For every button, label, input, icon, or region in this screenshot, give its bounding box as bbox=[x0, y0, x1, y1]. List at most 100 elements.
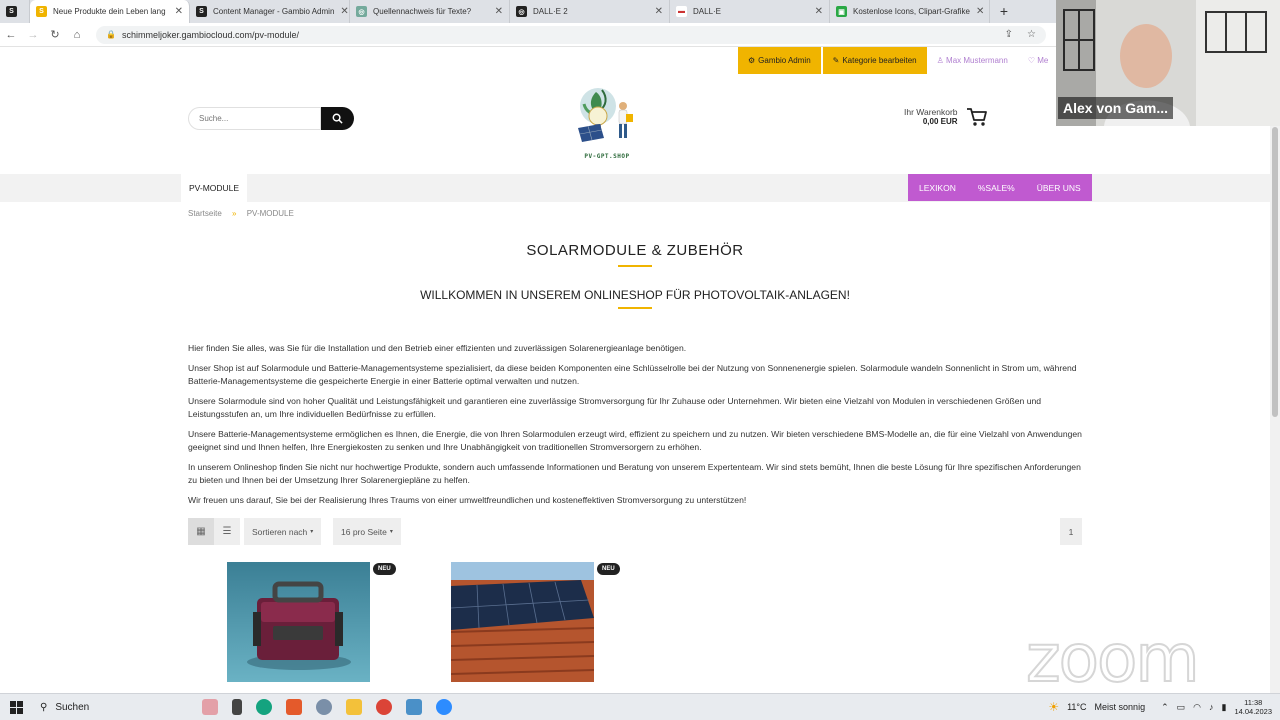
nav-right-menu: LEXIKON %SALE% ÜBER UNS bbox=[908, 174, 1092, 201]
browser-tab[interactable]: ▣ Kostenlose Icons, Clipart-Grafike ✕ bbox=[830, 0, 990, 23]
weather-sun-icon: ☀ bbox=[1048, 700, 1060, 714]
gambio-icon: S bbox=[6, 6, 17, 17]
nav-item-pv-module[interactable]: PV-MODULE bbox=[181, 174, 248, 202]
caret-down-icon: ▾ bbox=[389, 529, 393, 535]
user-icon: ♙ bbox=[936, 56, 944, 65]
breadcrumb-current: PV-MODULE bbox=[246, 209, 294, 218]
zoom-watermark: zoom bbox=[1025, 619, 1201, 698]
search-icon: ⚲ bbox=[40, 701, 48, 713]
search-input[interactable] bbox=[188, 107, 321, 130]
app-icon[interactable] bbox=[406, 699, 422, 715]
wifi-icon[interactable]: ◠ bbox=[1193, 702, 1201, 713]
browser-tab[interactable]: ◎ Quellennachweis für Texte? ✕ bbox=[350, 0, 510, 23]
edit-category-button[interactable]: ✎ Kategorie bearbeiten bbox=[822, 47, 927, 74]
taskbar-apps bbox=[202, 699, 452, 715]
clock-time: 11:38 bbox=[1244, 698, 1263, 707]
participant-name: Alex von Gam... bbox=[1058, 97, 1174, 119]
reload-icon[interactable]: ↻ bbox=[44, 28, 66, 41]
chevron-up-icon[interactable]: ⌃ bbox=[1161, 702, 1169, 713]
close-icon[interactable]: ✕ bbox=[489, 6, 503, 17]
browser-tab[interactable]: ◎ DALL·E 2 ✕ bbox=[510, 0, 670, 23]
battery-icon[interactable]: ▮ bbox=[1222, 702, 1227, 713]
browser-tab[interactable]: ▬ DALL·E ✕ bbox=[670, 0, 830, 23]
browser-tab[interactable]: S Content Manager - Gambio Admin ✕ bbox=[190, 0, 350, 23]
new-badge: NEU bbox=[597, 563, 620, 575]
per-page-label: 16 pro Seite bbox=[341, 526, 387, 537]
bookmark-star-icon[interactable]: ☆ bbox=[1027, 29, 1036, 40]
user-name: Max Mustermann bbox=[946, 56, 1008, 65]
breadcrumb-home-link[interactable]: Startseite bbox=[188, 209, 222, 218]
sort-label: Sortieren nach bbox=[252, 526, 308, 537]
gears-icon: ⚙ bbox=[748, 56, 756, 65]
task-view-icon[interactable] bbox=[232, 699, 242, 715]
pagination-page[interactable]: 1 bbox=[1060, 518, 1082, 545]
product-image-battery[interactable] bbox=[227, 562, 370, 682]
battery-product-image bbox=[227, 562, 370, 682]
scrollbar-thumb[interactable] bbox=[1272, 127, 1278, 417]
sort-dropdown[interactable]: Sortieren nach ▾ bbox=[244, 518, 322, 545]
tab-label: Kostenlose Icons, Clipart-Grafike bbox=[853, 7, 970, 16]
clock[interactable]: 11:38 14.04.2023 bbox=[1234, 698, 1272, 716]
close-icon[interactable]: ✕ bbox=[649, 6, 663, 17]
volume-icon[interactable]: ♪ bbox=[1209, 702, 1214, 712]
product-image-solar-panel[interactable] bbox=[450, 562, 595, 682]
solar-panel-product-image bbox=[450, 562, 595, 682]
share-icon[interactable]: ⇪ bbox=[1005, 29, 1013, 40]
home-icon[interactable]: ⌂ bbox=[66, 29, 88, 41]
description-paragraph: Unsere Batterie-Managementsysteme ermögl… bbox=[188, 429, 1082, 452]
close-icon[interactable]: ✕ bbox=[809, 6, 823, 17]
forward-icon[interactable]: → bbox=[22, 29, 44, 41]
new-badge-label: NEU bbox=[378, 566, 391, 572]
nav-item-lexikon[interactable]: LEXIKON bbox=[908, 174, 967, 201]
description-paragraph: In unserem Onlineshop finden Sie nicht n… bbox=[188, 462, 1081, 485]
dalle-icon: ▬ bbox=[676, 6, 687, 17]
close-icon[interactable]: ✕ bbox=[169, 6, 183, 17]
close-icon[interactable]: ✕ bbox=[334, 6, 348, 17]
gambio-admin-button[interactable]: ⚙ Gambio Admin bbox=[738, 47, 821, 74]
chrome-icon[interactable] bbox=[376, 699, 392, 715]
network-icon[interactable]: ▭ bbox=[1177, 702, 1186, 713]
nav-item-about-us[interactable]: ÜBER UNS bbox=[1026, 174, 1092, 201]
pencil-icon: ✎ bbox=[832, 56, 840, 65]
weather-temp[interactable]: 11°C bbox=[1067, 702, 1086, 712]
weather-text[interactable]: Meist sonnig bbox=[1095, 702, 1146, 712]
new-tab-icon[interactable]: + bbox=[990, 0, 1018, 23]
edit-category-label: Kategorie bearbeiten bbox=[842, 56, 917, 65]
page-number: 1 bbox=[1068, 526, 1074, 537]
page-title: SOLARMODULE & ZUBEHÖR bbox=[526, 242, 744, 259]
shop-search bbox=[188, 107, 354, 130]
close-icon[interactable]: ✕ bbox=[970, 6, 984, 17]
gambio-icon: S bbox=[196, 6, 207, 17]
list-view-button[interactable]: ☰ bbox=[214, 518, 240, 545]
back-icon[interactable]: ← bbox=[0, 29, 22, 41]
wishlist-link[interactable]: ♡ Me bbox=[1018, 56, 1059, 65]
description-paragraph: Wir freuen uns darauf, Sie bei der Reali… bbox=[188, 495, 747, 505]
shop-logo[interactable]: PV-GPT.SHOP bbox=[574, 84, 640, 160]
nav-item-sale[interactable]: %SALE% bbox=[967, 174, 1026, 201]
browser-tab-active[interactable]: S Neue Produkte dein Leben lang ✕ bbox=[30, 0, 190, 23]
tab-label: DALL·E bbox=[693, 7, 722, 16]
app-icon[interactable] bbox=[316, 699, 332, 715]
per-page-dropdown[interactable]: 16 pro Seite ▾ bbox=[333, 518, 401, 545]
search-icon bbox=[332, 113, 343, 124]
page-scrollbar[interactable] bbox=[1270, 47, 1280, 693]
wishlist-label: Me bbox=[1037, 56, 1049, 65]
cart-widget[interactable]: Ihr Warenkorb 0,00 EUR bbox=[904, 107, 988, 127]
tab-label: Quellennachweis für Texte? bbox=[373, 7, 472, 16]
chatgpt-app-icon[interactable] bbox=[256, 699, 272, 715]
file-explorer-icon[interactable] bbox=[346, 699, 362, 715]
system-tray: ☀ 11°C Meist sonnig ⌃ ▭ ◠ ♪ ▮ 11:38 14.0… bbox=[1048, 698, 1280, 716]
user-account-link[interactable]: ♙ Max Mustermann bbox=[927, 56, 1018, 65]
list-icon: ☰ bbox=[222, 526, 232, 537]
url-field[interactable]: 🔒 schimmeljoker.gambiocloud.com/pv-modul… bbox=[96, 25, 1046, 44]
description-paragraph: Unser Shop ist auf Solarmodule und Batte… bbox=[188, 363, 1077, 386]
taskbar-search[interactable]: ⚲ Suchen bbox=[32, 702, 162, 713]
app-icon[interactable] bbox=[286, 699, 302, 715]
zoom-app-icon[interactable] bbox=[436, 699, 452, 715]
search-button[interactable] bbox=[321, 107, 354, 130]
windows-start-button[interactable] bbox=[0, 700, 32, 714]
browser-tab[interactable]: S bbox=[0, 0, 30, 23]
flowers-widget-icon[interactable] bbox=[202, 699, 218, 715]
grid-view-button[interactable]: ▦ bbox=[188, 518, 214, 545]
clock-date: 14.04.2023 bbox=[1234, 707, 1272, 716]
